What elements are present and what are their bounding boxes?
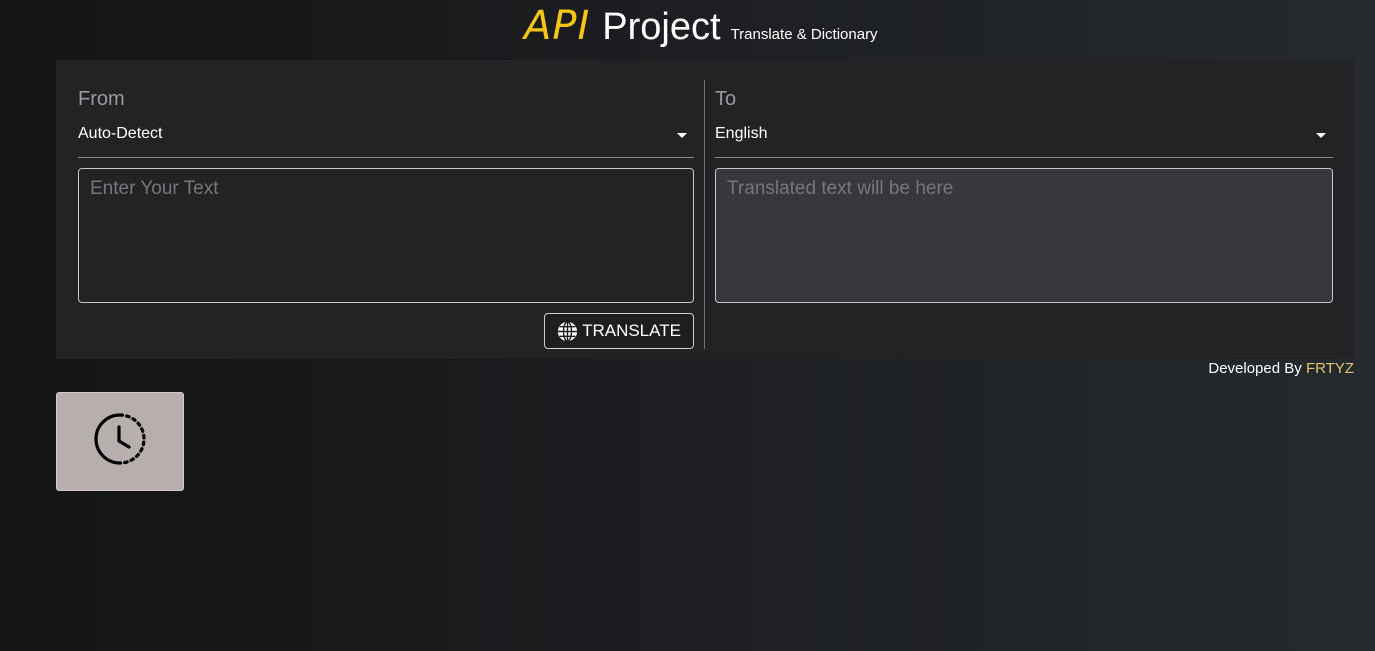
brand-project-text: Project	[602, 6, 721, 48]
caret-down-icon	[1316, 133, 1326, 138]
source-text-input[interactable]	[78, 168, 694, 303]
app-header: API Project Translate & Dictionary	[0, 0, 1375, 58]
target-language-select[interactable]: English	[715, 124, 1333, 158]
author-name: FRTYZ	[1305, 360, 1354, 377]
brand-api-text: API	[524, 3, 591, 49]
brand-title: API Project Translate & Dictionary	[524, 4, 878, 49]
source-language-select[interactable]: Auto-Detect	[78, 124, 694, 158]
developed-by-text: Developed By	[1208, 360, 1302, 377]
from-label: From	[78, 88, 125, 110]
translated-text-output[interactable]	[715, 168, 1333, 303]
target-language-value: English	[715, 125, 768, 142]
source-language-value: Auto-Detect	[78, 125, 163, 142]
translate-panel: From Auto-Detect TRANSLATE To English	[56, 60, 1354, 359]
to-label: To	[715, 88, 737, 110]
brand-subtitle: Translate & Dictionary	[730, 26, 878, 43]
history-button[interactable]	[56, 392, 184, 491]
translate-button[interactable]: TRANSLATE	[544, 313, 694, 349]
history-clock-icon	[92, 411, 148, 472]
translate-button-label: TRANSLATE	[582, 321, 681, 340]
developer-credit: Developed By FRTYZ	[1208, 360, 1354, 377]
globe-icon	[557, 320, 578, 342]
caret-down-icon	[677, 133, 687, 138]
column-divider	[704, 80, 705, 349]
